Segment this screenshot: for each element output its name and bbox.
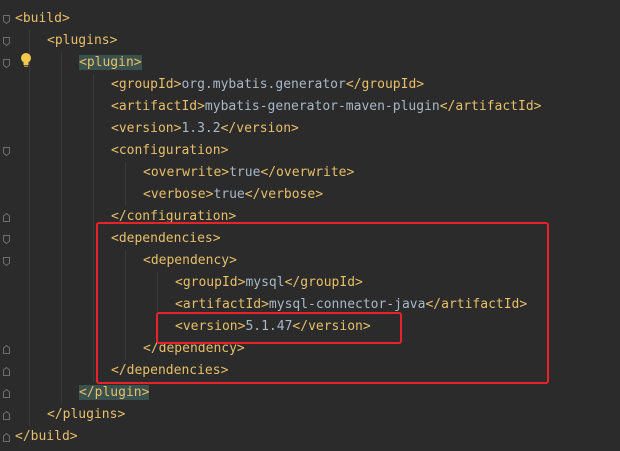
fold-marker-icon[interactable] <box>3 389 10 398</box>
fold-marker-icon[interactable] <box>3 235 10 244</box>
xml-tag: <build> <box>15 11 70 26</box>
xml-text: org.mybatis.generator <box>181 77 346 92</box>
xml-tag: <configuration> <box>111 143 229 158</box>
indent-guide <box>61 52 62 404</box>
indent-guide <box>125 162 126 206</box>
xml-tag: <overwrite> <box>143 165 230 180</box>
xml-tag: </plugins> <box>47 407 126 422</box>
xml-tag: </build> <box>15 429 78 444</box>
code-line[interactable]: <artifactId>mybatis-generator-maven-plug… <box>111 96 541 118</box>
dependencies-annotation-box <box>96 222 549 384</box>
xml-text: true <box>229 165 261 180</box>
xml-text: true <box>213 187 245 202</box>
code-line[interactable]: <overwrite>true</overwrite> <box>143 162 354 184</box>
indent-guide <box>29 30 30 426</box>
xml-tag: </overwrite> <box>260 165 355 180</box>
xml-tag: </plugin> <box>79 385 150 400</box>
xml-tag: </groupId> <box>345 77 425 92</box>
code-line[interactable]: <configuration> <box>111 140 228 162</box>
code-line[interactable]: <version>1.3.2</version> <box>111 118 299 140</box>
fold-marker-icon[interactable] <box>3 257 10 266</box>
fold-marker-icon[interactable] <box>3 411 10 420</box>
code-line[interactable]: </plugin> <box>79 382 150 404</box>
xml-tag: </verbose> <box>244 187 324 202</box>
xml-tag: <plugins> <box>47 33 118 48</box>
xml-text: 1.3.2 <box>181 121 221 136</box>
indent-guide <box>93 74 94 382</box>
fold-marker-icon[interactable] <box>3 345 10 354</box>
code-line[interactable]: <plugin> <box>79 52 142 74</box>
fold-marker-icon[interactable] <box>3 367 10 376</box>
xml-tag: </version> <box>220 121 299 136</box>
code-line[interactable]: </plugins> <box>47 404 125 426</box>
code-line[interactable]: <groupId>org.mybatis.generator</groupId> <box>111 74 424 96</box>
fold-marker-icon[interactable] <box>3 213 10 222</box>
fold-marker-icon[interactable] <box>3 37 10 46</box>
xml-tag: <artifactId> <box>111 99 205 114</box>
fold-marker-icon[interactable] <box>3 15 10 24</box>
fold-marker-icon[interactable] <box>3 59 10 68</box>
xml-tag: <plugin> <box>79 55 142 70</box>
code-editor[interactable]: <build> <plugins> <plugin> <groupId>org.myb… <box>0 0 620 451</box>
code-line[interactable]: <plugins> <box>47 30 117 52</box>
code-line[interactable]: <verbose>true</verbose> <box>143 184 323 206</box>
code-line[interactable]: </build> <box>15 426 78 448</box>
version-annotation-box <box>156 312 402 344</box>
xml-text: mybatis-generator-maven-plugin <box>204 99 440 114</box>
lightbulb-icon[interactable] <box>19 52 33 68</box>
code-line[interactable]: <build> <box>15 8 70 30</box>
xml-tag: <version> <box>111 121 182 136</box>
fold-marker-icon[interactable] <box>3 433 10 442</box>
fold-marker-icon[interactable] <box>3 147 10 156</box>
xml-tag: </artifactId> <box>439 99 542 114</box>
xml-tag: <groupId> <box>111 77 182 92</box>
xml-tag: <verbose> <box>143 187 214 202</box>
